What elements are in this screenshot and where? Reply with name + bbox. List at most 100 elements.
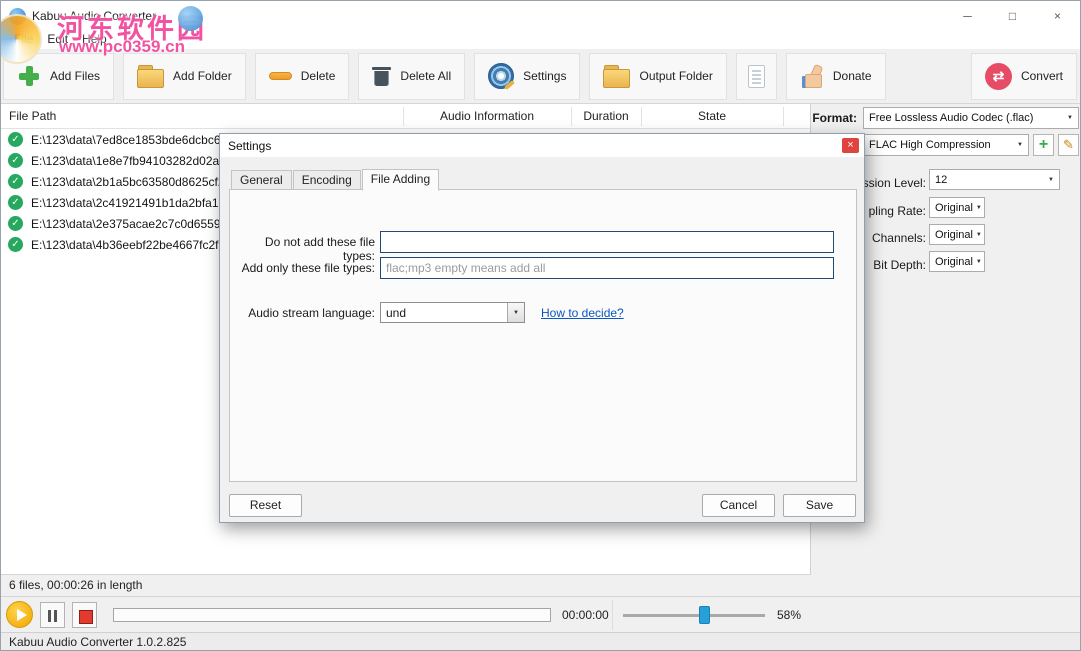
output-folder-button[interactable]: Output Folder	[589, 53, 726, 100]
convert-button[interactable]: ⇄ Convert	[971, 53, 1077, 100]
folder-icon	[137, 69, 164, 88]
add-only-input[interactable]	[380, 257, 834, 279]
minimize-button[interactable]: ─	[945, 1, 990, 31]
edit-preset-button[interactable]: ✎	[1058, 134, 1079, 156]
add-files-label: Add Files	[50, 69, 100, 83]
file-path-text: E:\123\data\2b1a5bc63580d8625cf24	[31, 175, 231, 189]
tab-encoding[interactable]: Encoding	[293, 170, 361, 190]
add-files-button[interactable]: Add Files	[3, 53, 114, 100]
add-folder-button[interactable]: Add Folder	[123, 53, 246, 100]
file-path-text: E:\123\data\7ed8ce1853bde6dcbc6f7	[31, 133, 231, 147]
thumbs-up-icon	[800, 64, 824, 88]
format-label: Format:	[811, 111, 857, 125]
window-title: Kabuu Audio Converter	[32, 9, 156, 23]
check-icon: ✓	[8, 237, 23, 252]
chevron-down-icon: ▼	[973, 205, 982, 211]
player-bar: 00:00:00 58%	[1, 596, 1081, 632]
do-not-add-input[interactable]	[380, 231, 834, 253]
delete-all-button[interactable]: Delete All	[358, 53, 465, 100]
add-icon	[17, 64, 41, 88]
channels-value: Original	[935, 229, 973, 241]
column-state[interactable]: State	[641, 104, 783, 129]
volume-handle[interactable]	[699, 606, 710, 624]
add-folder-label: Add Folder	[173, 69, 232, 83]
titlebar: Kabuu Audio Converter ─ □ ×	[1, 1, 1080, 31]
column-separator	[641, 107, 642, 126]
reset-button[interactable]: Reset	[229, 494, 302, 517]
language-value: und	[381, 306, 406, 320]
volume-percent: 58%	[777, 608, 801, 622]
do-not-add-label: Do not add these file types:	[230, 235, 375, 263]
add-preset-button[interactable]: +	[1033, 134, 1054, 156]
language-select[interactable]: und ▼	[380, 302, 525, 323]
output-folder-icon	[603, 69, 630, 88]
seek-bar[interactable]	[113, 608, 551, 622]
toolbar: Add Files Add Folder Delete Delete All S…	[1, 49, 1080, 104]
check-icon: ✓	[8, 174, 23, 189]
dialog-title: Settings	[228, 139, 271, 153]
check-icon: ✓	[8, 132, 23, 147]
sampling-rate-value: Original	[935, 202, 973, 214]
close-button[interactable]: ×	[1035, 1, 1080, 31]
file-path-text: E:\123\data\4b36eebf22be4667fc2f15	[31, 238, 232, 252]
preset-value: FLAC High Compression	[869, 139, 991, 151]
settings-label: Settings	[523, 69, 566, 83]
dialog-titlebar: Settings	[220, 134, 864, 157]
dialog-tabs: General Encoding File Adding	[231, 170, 440, 191]
column-file-path[interactable]: File Path	[9, 104, 56, 129]
check-icon: ✓	[8, 216, 23, 231]
trash-icon	[372, 64, 391, 88]
convert-label: Convert	[1021, 69, 1063, 83]
add-only-label: Add only these file types:	[230, 261, 375, 275]
document-icon	[748, 65, 765, 88]
playback-time: 00:00:00	[562, 608, 609, 622]
column-audio-information[interactable]: Audio Information	[403, 104, 571, 129]
compression-level-value: 12	[935, 174, 947, 186]
disc-icon	[488, 63, 514, 89]
app-window: Kabuu Audio Converter ─ □ × File Edit He…	[0, 0, 1081, 651]
chevron-down-icon: ▼	[1045, 177, 1054, 183]
maximize-button[interactable]: □	[990, 1, 1035, 31]
preset-select[interactable]: FLAC High Compression ▼	[863, 134, 1029, 156]
window-controls: ─ □ ×	[945, 1, 1080, 31]
column-duration[interactable]: Duration	[571, 104, 641, 129]
donate-button[interactable]: Donate	[786, 53, 886, 100]
format-select[interactable]: Free Lossless Audio Codec (.flac) ▼	[863, 107, 1079, 129]
column-separator	[403, 107, 404, 126]
menu-file[interactable]: File	[7, 31, 40, 49]
language-label: Audio stream language:	[230, 306, 375, 320]
file-path-text: E:\123\data\1e8e7fb94103282d02a4b	[31, 154, 233, 168]
column-separator	[571, 107, 572, 126]
chevron-down-icon: ▼	[973, 259, 982, 265]
compression-level-select[interactable]: 12 ▼	[929, 169, 1060, 190]
bit-depth-value: Original	[935, 256, 973, 268]
play-button[interactable]	[6, 601, 33, 628]
bit-depth-select[interactable]: Original ▼	[929, 251, 985, 272]
menubar: File Edit Help	[1, 31, 1080, 49]
tab-general[interactable]: General	[231, 170, 292, 190]
format-value: Free Lossless Audio Codec (.flac)	[869, 112, 1033, 124]
settings-button[interactable]: Settings	[474, 53, 580, 100]
tab-file-adding[interactable]: File Adding	[362, 169, 439, 191]
save-button[interactable]: Save	[783, 494, 856, 517]
volume-slider[interactable]	[623, 614, 765, 617]
pause-button[interactable]	[40, 602, 65, 628]
how-to-decide-link[interactable]: How to decide?	[541, 306, 624, 320]
channels-select[interactable]: Original ▼	[929, 224, 985, 245]
sampling-rate-select[interactable]: Original ▼	[929, 197, 985, 218]
stop-button[interactable]	[72, 602, 97, 628]
menu-edit[interactable]: Edit	[40, 31, 75, 49]
delete-label: Delete	[301, 69, 336, 83]
cancel-button[interactable]: Cancel	[702, 494, 775, 517]
convert-icon: ⇄	[985, 63, 1012, 90]
notes-button[interactable]	[736, 53, 777, 100]
menu-help[interactable]: Help	[75, 31, 114, 49]
file-adding-panel: Do not add these file types: Add only th…	[229, 189, 857, 482]
check-icon: ✓	[8, 153, 23, 168]
app-version-bar: Kabuu Audio Converter 1.0.2.825	[1, 632, 1081, 651]
donate-label: Donate	[833, 69, 872, 83]
settings-dialog: Settings × General Encoding File Adding …	[219, 133, 865, 523]
dialog-close-button[interactable]: ×	[842, 138, 859, 153]
column-separator	[783, 107, 784, 126]
delete-button[interactable]: Delete	[255, 53, 350, 100]
